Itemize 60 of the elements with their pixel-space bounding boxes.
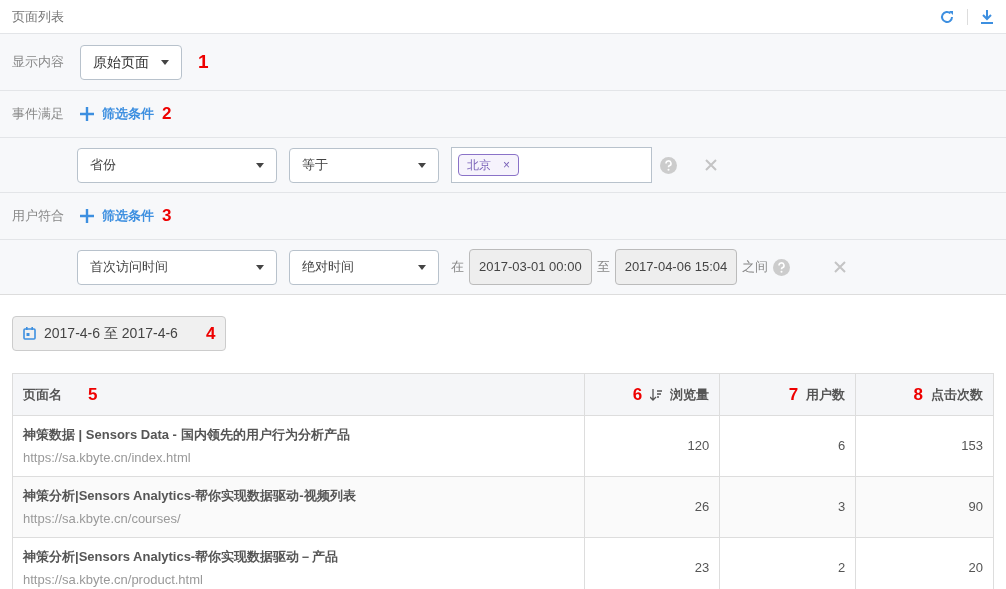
tag-chip: 北京 ×: [458, 154, 519, 176]
select-dropdown[interactable]: 省份: [77, 147, 277, 183]
refresh-icon[interactable]: [939, 8, 955, 25]
callout-number: 6: [632, 383, 643, 406]
close-icon[interactable]: [705, 159, 717, 171]
page-url: https://sa.kbyte.cn/index.html: [23, 448, 192, 467]
callout-number: 7: [788, 383, 799, 406]
callout-number: 4: [205, 322, 216, 345]
field-label: 用户符合: [12, 207, 65, 226]
table-cell: 120: [687, 438, 710, 454]
column-header[interactable]: 浏览量: [670, 384, 710, 405]
page-url: https://sa.kbyte.cn/courses/: [23, 509, 182, 528]
plus-icon: [80, 107, 94, 121]
callout-number: 1: [198, 49, 209, 74]
caret-icon: [418, 264, 426, 270]
table-cell: 3: [837, 499, 846, 515]
callout-number: 5: [88, 383, 98, 406]
caret-icon: [161, 59, 169, 65]
page-title: 神策分析|Sensors Analytics-帮你实现数据驱动-视频列表: [23, 487, 357, 505]
table-cell: 2: [837, 560, 846, 576]
callout-number: 2: [162, 103, 172, 126]
page-title: 神策分析|Sensors Analytics-帮你实现数据驱动－产品: [23, 548, 340, 566]
table-cell: 90: [968, 499, 983, 515]
date-input-field[interactable]: 2017-03-01 00:00: [469, 249, 592, 285]
download-icon[interactable]: [980, 8, 994, 25]
close-icon[interactable]: [834, 261, 847, 273]
field-label: 显示内容: [12, 53, 65, 72]
connector-text: 之间: [742, 258, 769, 277]
calendar-icon: [23, 327, 36, 340]
page-title: 神策数据 | Sensors Data - 国内领先的用户行为分析产品: [23, 426, 351, 444]
plus-icon: [80, 209, 94, 223]
caret-icon: [256, 162, 264, 168]
select-dropdown[interactable]: 绝对时间: [289, 249, 439, 285]
table-cell: 6: [837, 438, 846, 454]
select-dropdown[interactable]: 首次访问时间: [77, 249, 277, 285]
column-header[interactable]: 用户数: [806, 384, 846, 405]
date-input-field[interactable]: 2017-04-06 15:04: [614, 249, 738, 285]
value-input-field[interactable]: 北京 ×: [451, 147, 652, 183]
table-cell: 20: [968, 560, 983, 576]
date-range-button[interactable]: 2017-4-6 至 2017-4-6 4: [12, 316, 227, 351]
help-icon[interactable]: [660, 156, 677, 174]
table-cell: 153: [961, 438, 983, 454]
connector-text: 在: [451, 258, 464, 277]
field-label: 事件满足: [12, 105, 65, 124]
connector-text: 至: [596, 258, 610, 277]
callout-number: 8: [913, 383, 923, 406]
caret-icon: [256, 264, 264, 270]
table-cell: 23: [694, 560, 710, 576]
column-header[interactable]: 点击次数: [931, 384, 983, 405]
table-cell: 26: [694, 499, 710, 515]
remove-tag-button[interactable]: ×: [503, 156, 510, 174]
caret-icon: [418, 162, 426, 168]
sort-icon[interactable]: [650, 388, 663, 401]
help-icon[interactable]: [773, 258, 791, 276]
display-dropdown[interactable]: 原始页面: [80, 44, 182, 80]
page-url: https://sa.kbyte.cn/product.html: [23, 570, 204, 589]
select-dropdown[interactable]: 等于: [289, 147, 439, 183]
callout-number: 3: [162, 205, 172, 228]
panel-title: 页面列表: [12, 7, 64, 26]
column-header[interactable]: 页面名: [23, 384, 62, 405]
